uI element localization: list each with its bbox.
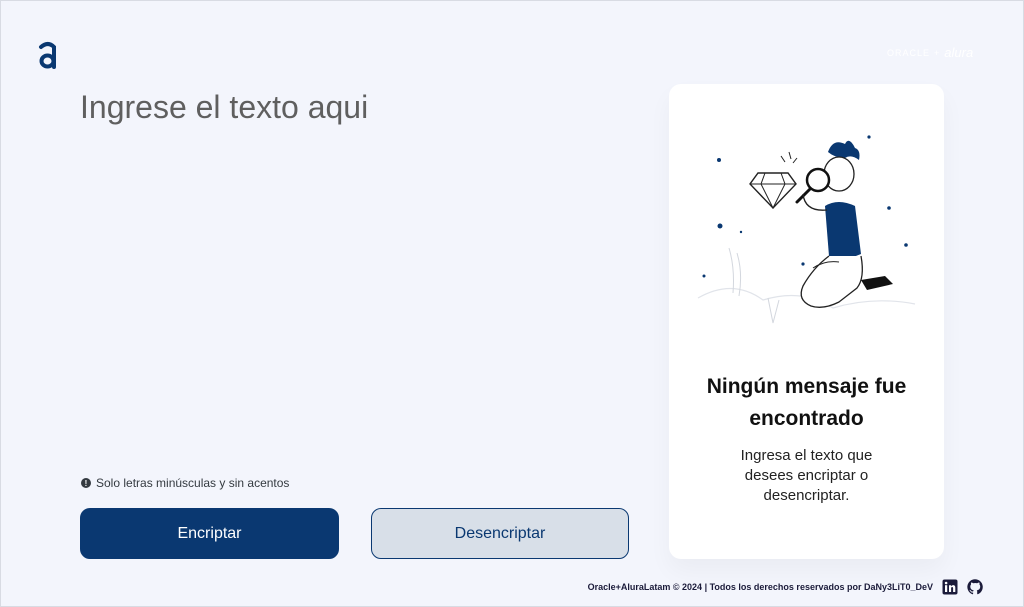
oracle-wordmark: ORACLE <box>887 47 931 58</box>
footer-copyright: Oracle+AluraLatam © 2024 | Todos los der… <box>587 582 933 592</box>
footer: Oracle+AluraLatam © 2024 | Todos los der… <box>588 579 983 595</box>
info-icon: ! <box>81 478 91 488</box>
partner-logo: ORACLE + alura <box>887 45 973 60</box>
github-icon[interactable] <box>967 579 983 595</box>
text-input[interactable] <box>80 87 640 447</box>
result-description: Ingresa el texto que desees encriptar o … <box>740 447 873 504</box>
encrypt-button[interactable]: Encriptar <box>80 508 339 559</box>
result-panel: Ningún mensaje fue encontrado Ingresa el… <box>669 84 944 559</box>
partner-separator: + <box>934 47 941 58</box>
input-hint: ! Solo letras minúsculas y sin acentos <box>81 476 289 490</box>
result-title: Ningún mensaje fue encontrado <box>706 375 907 430</box>
decrypt-button[interactable]: Desencriptar <box>371 508 629 559</box>
alura-wordmark: alura <box>944 45 974 60</box>
alura-logo-icon[interactable] <box>37 41 59 69</box>
boy-with-magnifying-glass-illustration <box>697 135 916 324</box>
linkedin-icon[interactable] <box>942 579 958 595</box>
hint-text: Solo letras minúsculas y sin acentos <box>96 476 290 490</box>
